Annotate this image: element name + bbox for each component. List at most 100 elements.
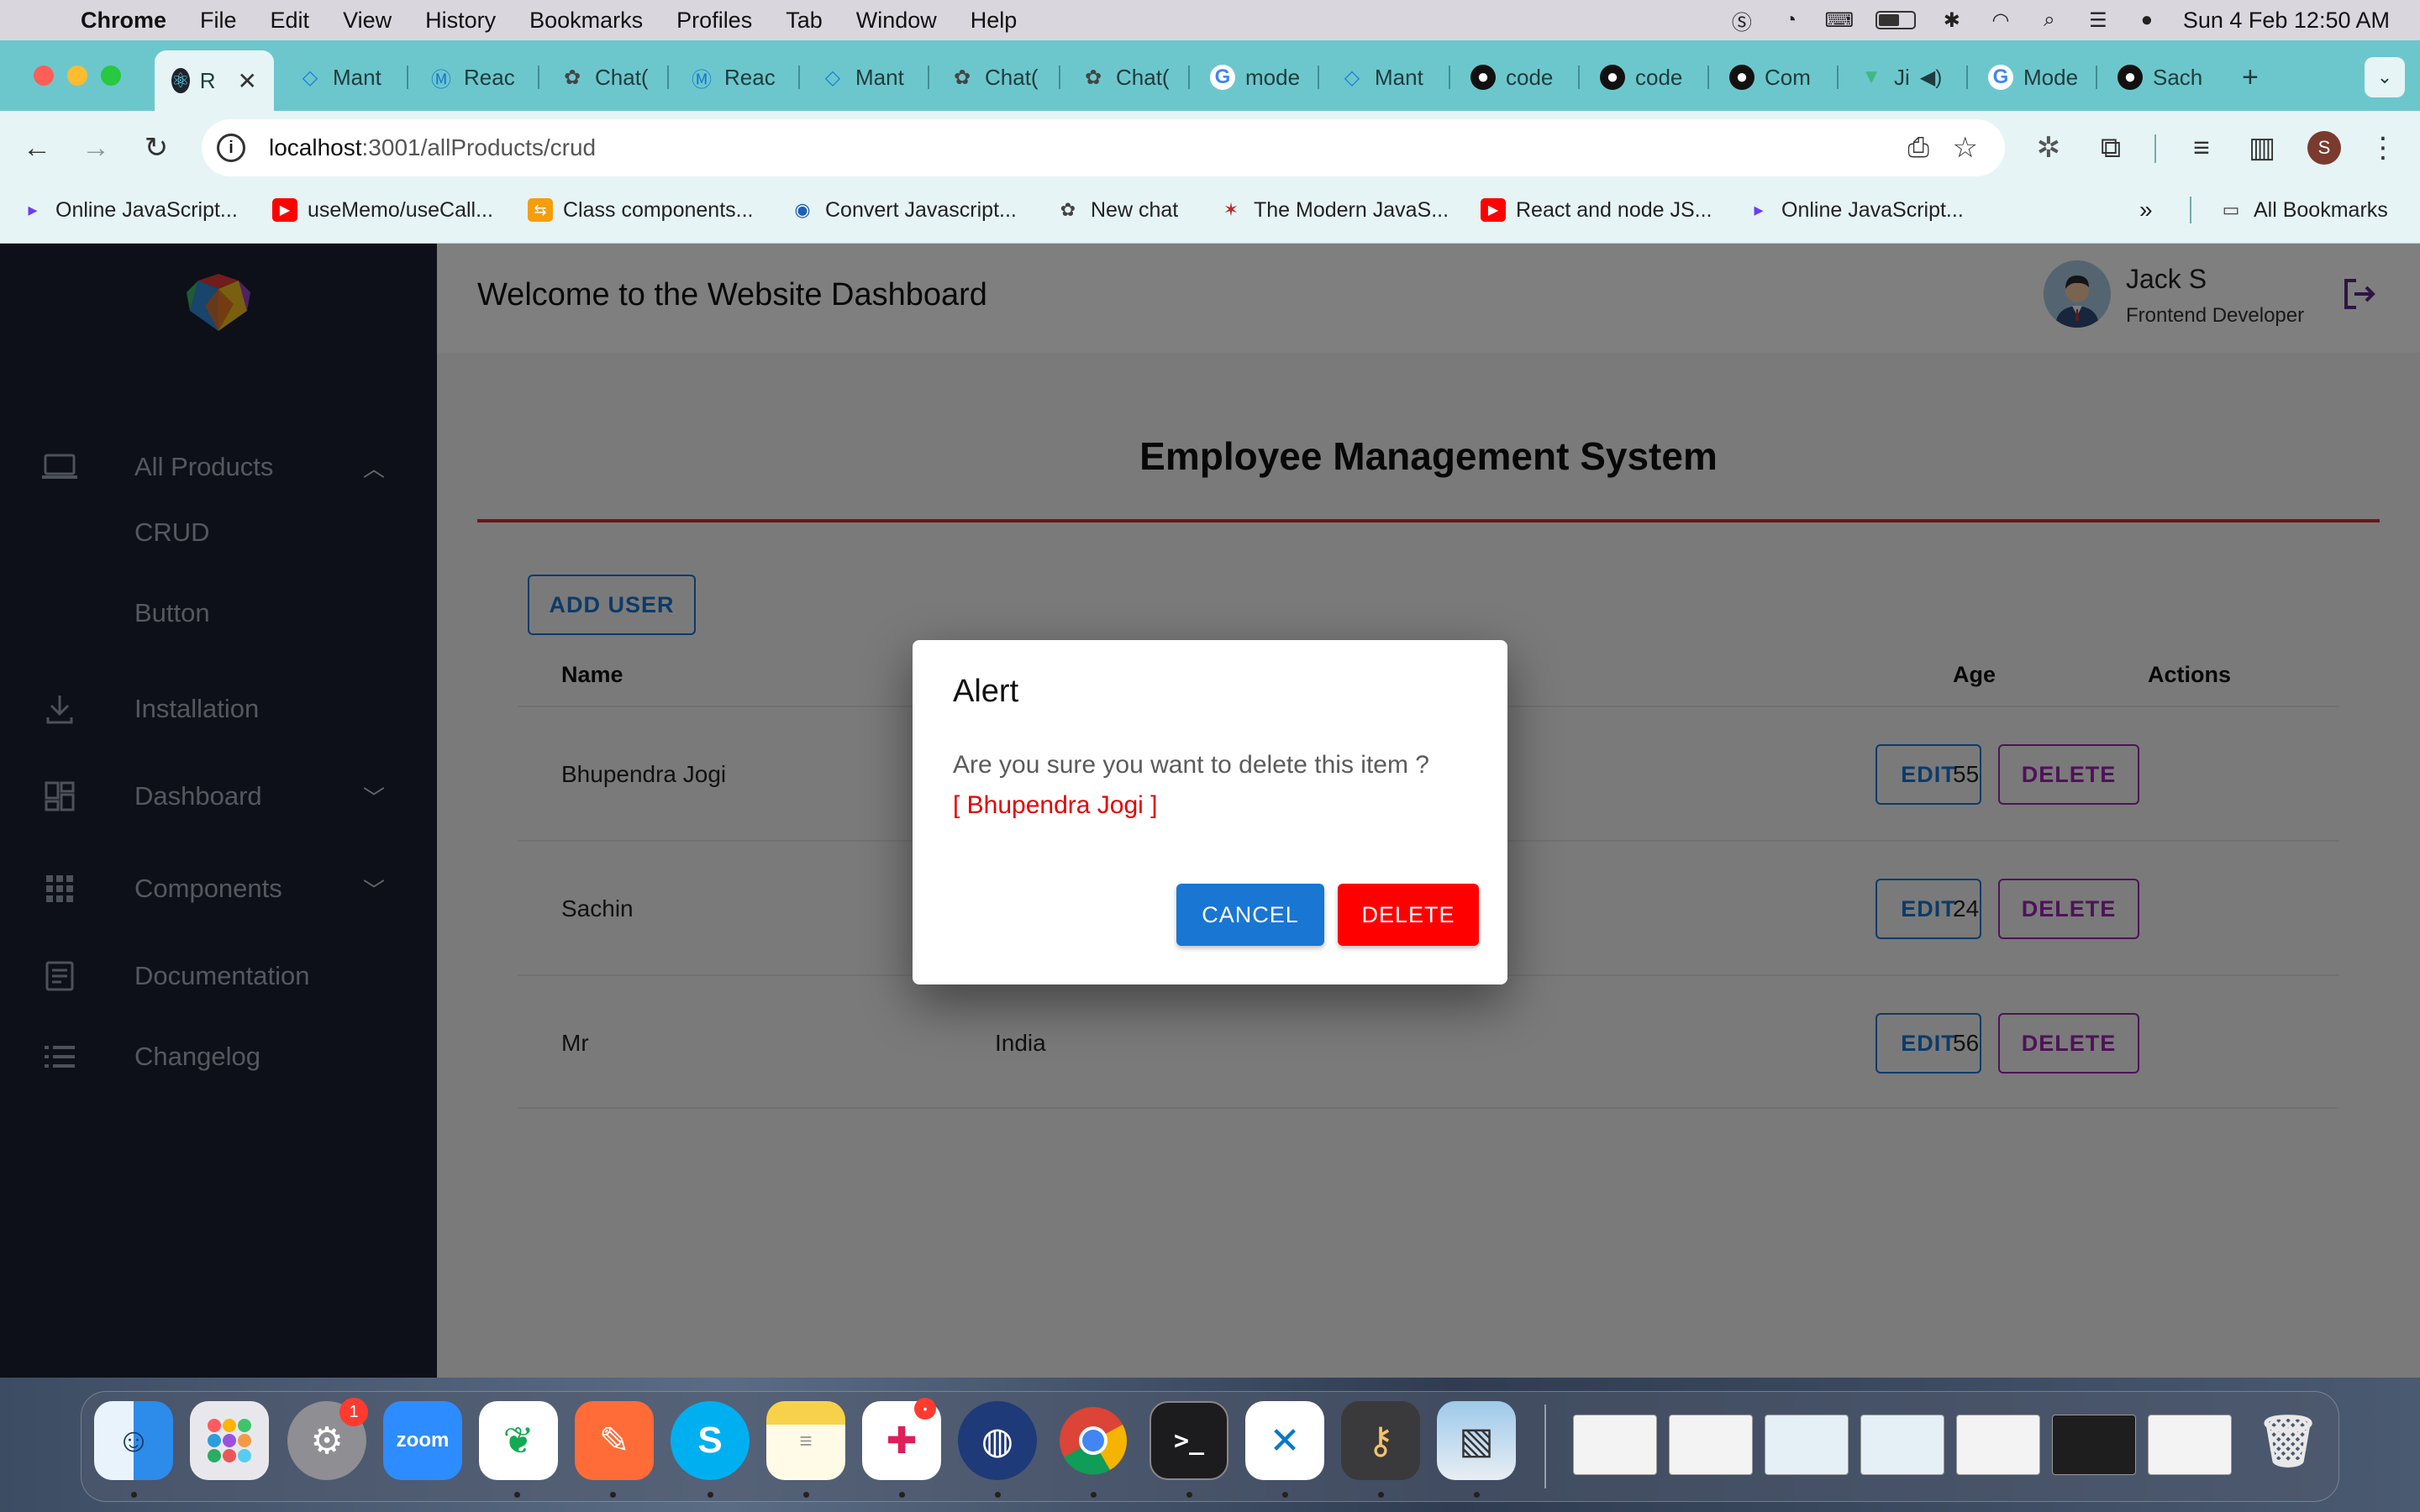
side-panel-icon[interactable]: ▥	[2242, 128, 2282, 168]
cancel-button[interactable]: CANCEL	[1176, 884, 1324, 946]
address-bar[interactable]: i localhost:3001/allProducts/crud ⎙ ☆	[202, 119, 2005, 176]
tab[interactable]: ◇ Mant	[808, 54, 904, 101]
extensions-puzzle-icon[interactable]: ⧉	[2091, 128, 2131, 168]
audio-playing-icon[interactable]: ◀)	[1920, 66, 1942, 90]
tab[interactable]: ● code	[1459, 54, 1553, 101]
profile-avatar-button[interactable]: S	[2304, 128, 2344, 168]
url-path: :3001/allProducts/crud	[361, 134, 597, 160]
tab[interactable]: ● Sach	[2106, 54, 2202, 101]
new-tab-button[interactable]: +	[2230, 54, 2259, 101]
menu-view[interactable]: View	[343, 8, 392, 34]
minimize-window-button[interactable]	[67, 66, 87, 86]
all-bookmarks-button[interactable]: ▭ All Bookmarks	[2218, 193, 2388, 227]
menu-history[interactable]: History	[425, 8, 496, 34]
skype-status-icon[interactable]: Ⓢ	[1729, 9, 1754, 34]
minimized-window-thumbnail[interactable]	[1669, 1415, 1753, 1475]
notes-icon[interactable]: ≡	[766, 1401, 845, 1480]
menu-tab[interactable]: Tab	[786, 8, 823, 34]
menu-clock[interactable]: Sun 4 Feb 12:50 AM	[2183, 8, 2390, 34]
back-button[interactable]: ←	[17, 128, 57, 168]
menu-edit[interactable]: Edit	[271, 8, 310, 34]
wifi-icon[interactable]: ◠	[1988, 9, 2013, 32]
menu-file[interactable]: File	[200, 8, 237, 34]
minimized-window-thumbnail[interactable]	[2148, 1415, 2232, 1475]
close-tab-icon[interactable]: ✕	[238, 67, 257, 95]
close-window-button[interactable]	[34, 66, 54, 86]
battery-icon[interactable]	[1875, 11, 1916, 29]
chrome-menu-icon[interactable]: ⋮	[2363, 128, 2403, 168]
bookmark-item[interactable]: ▶ React and node JS...	[1481, 193, 1712, 227]
tab[interactable]: Ⓜ Reac	[677, 54, 776, 101]
running-indicator	[610, 1492, 616, 1498]
folder-icon: ▭	[2222, 199, 2240, 220]
vscode-icon[interactable]: ✕	[1245, 1401, 1324, 1480]
tab[interactable]: G Mode	[1976, 54, 2078, 101]
spotlight-search-icon[interactable]: ⌕	[2037, 8, 2062, 31]
menu-profiles[interactable]: Profiles	[676, 8, 752, 34]
bookmark-item[interactable]: ✿ New chat	[1055, 193, 1178, 227]
menu-bookmarks[interactable]: Bookmarks	[529, 8, 643, 34]
tab[interactable]: ◇ Mant	[1328, 54, 1423, 101]
minimized-window-thumbnail[interactable]	[1765, 1415, 1849, 1475]
tab[interactable]: ✿ Chat(	[938, 54, 1039, 101]
chatgpt-icon: ✿	[563, 66, 581, 89]
tab[interactable]: ✿ Chat(	[548, 54, 649, 101]
bookmark-item[interactable]: ⇆ Class components...	[528, 193, 754, 227]
tab[interactable]: ◇ Mant	[286, 54, 381, 101]
running-indicator	[1091, 1492, 1097, 1498]
mongodb-compass-icon[interactable]: ❦	[479, 1401, 558, 1480]
reload-button[interactable]: ↻	[136, 128, 176, 168]
bookmark-item[interactable]: ✶ The Modern JavaS...	[1218, 193, 1449, 227]
preview-icon[interactable]: ▧	[1437, 1401, 1516, 1480]
site-info-icon[interactable]: i	[217, 134, 245, 162]
tab-active[interactable]: ⚛ R ✕	[155, 50, 274, 111]
menu-window[interactable]: Window	[856, 8, 937, 34]
bookmark-item[interactable]: ▶ useMemo/useCall...	[272, 193, 493, 227]
minimized-window-thumbnail[interactable]	[1860, 1415, 1944, 1475]
terminal-icon[interactable]: >_	[1150, 1401, 1228, 1480]
menu-app-name[interactable]: Chrome	[81, 8, 166, 34]
tab[interactable]: ● code	[1588, 54, 1682, 101]
bookmark-item[interactable]: ▸ Online JavaScript...	[20, 193, 237, 227]
timer-icon[interactable]: ◔	[1778, 8, 1803, 31]
finder-icon[interactable]: ☺	[94, 1401, 173, 1480]
maximize-window-button[interactable]	[101, 66, 121, 86]
skype-icon[interactable]: S	[671, 1401, 750, 1480]
control-center-icon[interactable]: ☰	[2086, 9, 2111, 32]
bookmark-item[interactable]: ◉ Convert Javascript...	[790, 193, 1016, 227]
minimized-window-thumbnail[interactable]	[2052, 1415, 2136, 1475]
tab-separator	[2096, 66, 2097, 89]
tab-separator	[1449, 66, 1450, 89]
bluetooth-icon[interactable]: ✱	[1939, 9, 1965, 32]
extension-icon[interactable]: ✲	[2028, 128, 2069, 168]
more-bookmarks-chevron-icon[interactable]: »	[2139, 193, 2153, 227]
tab[interactable]: Gmode	[1198, 54, 1300, 101]
bookmarks-divider	[2190, 197, 2191, 223]
menu-help[interactable]: Help	[971, 8, 1018, 34]
confirm-delete-button[interactable]: DELETE	[1338, 884, 1479, 946]
keychain-icon[interactable]: ⚷	[1341, 1401, 1420, 1480]
trash-icon[interactable]: 🗑	[2249, 1401, 2328, 1480]
install-app-icon[interactable]: ⎙	[1907, 132, 1929, 164]
tab[interactable]: ▼ Ji ◀)	[1847, 54, 1942, 101]
postman-icon[interactable]: ✎	[575, 1401, 654, 1480]
delete-confirm-dialog: Alert Are you sure you want to delete th…	[913, 640, 1507, 984]
tab[interactable]: ● Com	[1718, 54, 1811, 101]
zoom-icon[interactable]: zoom	[383, 1401, 462, 1480]
tab[interactable]: ✿ Chat(	[1069, 54, 1170, 101]
loop-timer-icon[interactable]: ◍	[958, 1401, 1037, 1480]
forward-button[interactable]: →	[76, 128, 116, 168]
dialog-title: Alert	[953, 674, 1019, 709]
keyboard-icon[interactable]: ⌨	[1825, 9, 1854, 32]
tab[interactable]: Ⓜ Reac	[417, 54, 515, 101]
mui-icon: Ⓜ	[431, 68, 451, 92]
launchpad-icon[interactable]	[190, 1401, 269, 1480]
media-control-icon[interactable]: ≡	[2181, 128, 2222, 168]
minimized-window-thumbnail[interactable]	[1956, 1415, 2040, 1475]
bookmark-star-icon[interactable]: ☆	[1953, 131, 1978, 165]
tab-search-button[interactable]: ⌄	[2365, 57, 2405, 97]
chrome-icon[interactable]	[1054, 1401, 1133, 1480]
bookmark-item[interactable]: ▸ Online JavaScript...	[1746, 193, 1963, 227]
siri-icon[interactable]: ●	[2134, 8, 2160, 31]
minimized-window-thumbnail[interactable]	[1573, 1415, 1657, 1475]
